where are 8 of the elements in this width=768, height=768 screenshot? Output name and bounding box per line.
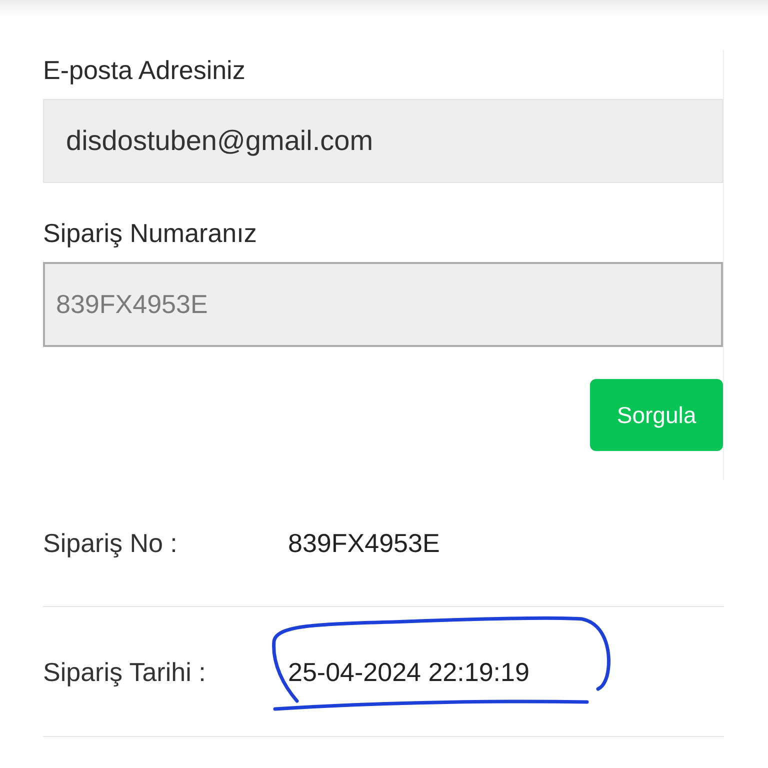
email-field[interactable]: disdostuben@gmail.com [43, 99, 723, 183]
order-number-field[interactable]: 839FX4953E [43, 262, 723, 347]
detail-label: Sipariş Tarihi : [43, 656, 207, 688]
field-label: Sipariş Numaranız [43, 217, 257, 250]
detail-label: Sipariş No : [43, 527, 178, 560]
detail-value: 25-04-2024 22:19:19 [288, 656, 530, 688]
field-label: E-posta Adresiniz [43, 54, 246, 87]
detail-value: 839FX4953E [288, 527, 440, 560]
